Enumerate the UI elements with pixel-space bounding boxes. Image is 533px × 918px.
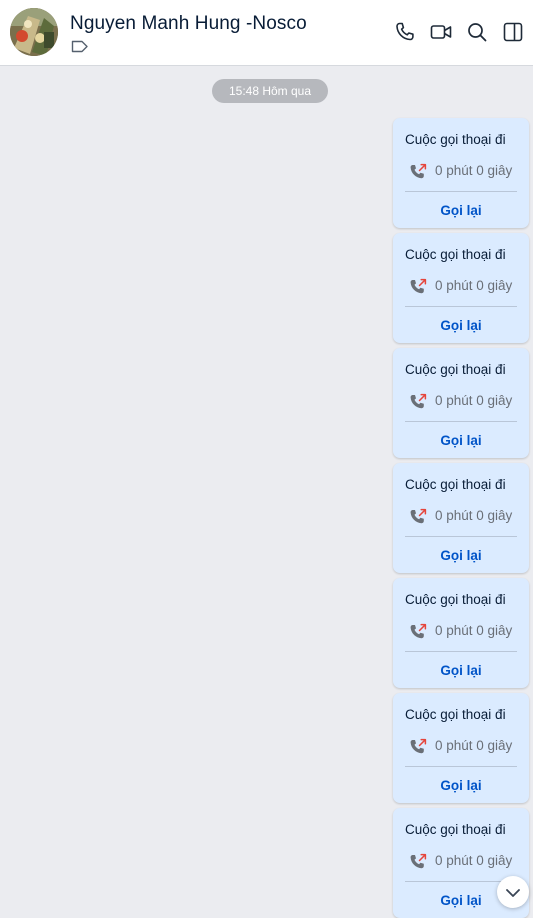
call-title: Cuộc gọi thoại đi [405, 477, 506, 492]
chevron-down-icon [506, 889, 520, 897]
call-back-button[interactable]: Gọi lại [393, 663, 529, 678]
call-title: Cuộc gọi thoại đi [405, 707, 506, 722]
avatar-photo [10, 8, 58, 56]
call-message-card: Cuộc gọi thoại đi 0 phút 0 giây Gọi lại [393, 348, 529, 458]
tag-icon[interactable] [71, 40, 89, 53]
search-icon[interactable] [465, 20, 489, 44]
divider [405, 191, 517, 192]
call-message-card: Cuộc gọi thoại đi 0 phút 0 giây Gọi lại [393, 118, 529, 228]
contact-avatar[interactable] [10, 8, 58, 56]
call-duration: 0 phút 0 giây [435, 623, 513, 638]
call-message-card: Cuộc gọi thoại đi 0 phút 0 giây Gọi lại [393, 693, 529, 803]
call-message-card: Cuộc gọi thoại đi 0 phút 0 giây Gọi lại [393, 233, 529, 343]
contact-name[interactable]: Nguyen Manh Hung -Nosco [70, 13, 307, 35]
call-title: Cuộc gọi thoại đi [405, 362, 506, 377]
call-duration: 0 phút 0 giây [435, 163, 513, 178]
divider [405, 766, 517, 767]
call-message-card: Cuộc gọi thoại đi 0 phút 0 giây Gọi lại [393, 578, 529, 688]
outgoing-call-icon [410, 508, 427, 524]
call-title: Cuộc gọi thoại đi [405, 592, 506, 607]
outgoing-call-icon [410, 623, 427, 639]
scroll-down-button[interactable] [497, 876, 529, 908]
call-title: Cuộc gọi thoại đi [405, 132, 506, 147]
call-back-button[interactable]: Gọi lại [393, 433, 529, 448]
call-message-card: Cuộc gọi thoại đi 0 phút 0 giây Gọi lại [393, 463, 529, 573]
call-back-button[interactable]: Gọi lại [393, 203, 529, 218]
call-title: Cuộc gọi thoại đi [405, 822, 506, 837]
divider [405, 536, 517, 537]
outgoing-call-icon [410, 853, 427, 869]
call-back-button[interactable]: Gọi lại [393, 778, 529, 793]
chat-header: Nguyen Manh Hung -Nosco [0, 0, 533, 66]
divider [405, 651, 517, 652]
call-duration: 0 phút 0 giây [435, 508, 513, 523]
divider [405, 306, 517, 307]
call-back-button[interactable]: Gọi lại [393, 548, 529, 563]
phone-icon[interactable] [393, 20, 417, 44]
call-duration: 0 phút 0 giây [435, 853, 513, 868]
time-separator: 15:48 Hôm qua [212, 79, 328, 103]
video-call-icon[interactable] [429, 20, 453, 44]
call-back-button[interactable]: Gọi lại [393, 318, 529, 333]
outgoing-call-icon [410, 738, 427, 754]
call-title: Cuộc gọi thoại đi [405, 247, 506, 262]
call-duration: 0 phút 0 giây [435, 393, 513, 408]
call-duration: 0 phút 0 giây [435, 738, 513, 753]
outgoing-call-icon [410, 163, 427, 179]
outgoing-call-icon [410, 393, 427, 409]
outgoing-call-icon [410, 278, 427, 294]
sidebar-toggle-icon[interactable] [501, 20, 525, 44]
divider [405, 421, 517, 422]
call-duration: 0 phút 0 giây [435, 278, 513, 293]
